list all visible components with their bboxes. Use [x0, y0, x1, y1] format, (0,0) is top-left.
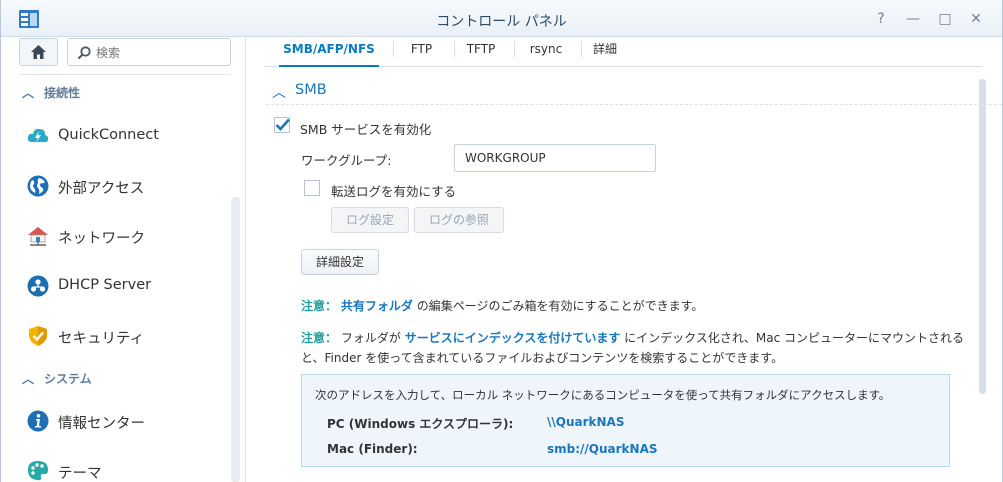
smb-section-header[interactable]: ︿ SMB: [266, 79, 1002, 105]
sidebar-item-label: 外部アクセス: [58, 181, 145, 197]
pc-address-value: \\QuarkNAS: [547, 415, 625, 429]
info-icon: [27, 410, 49, 432]
search-box[interactable]: [67, 38, 231, 66]
sidebar-item-label: ネットワーク: [58, 231, 145, 247]
log-settings-button[interactable]: ログ設定: [331, 207, 409, 233]
chevron-up-icon: ︿: [22, 86, 35, 100]
mac-address-label: Mac (Finder):: [327, 442, 418, 456]
close-button[interactable]: ✕: [966, 9, 986, 29]
sidebar-scrollbar[interactable]: [231, 197, 240, 482]
chevron-up-icon: ︿: [272, 85, 286, 101]
sidebar: ︿ 接続性 QuickConnect 外部アクセス: [1, 37, 246, 482]
sidebar-item-label: DHCP Server: [58, 277, 152, 293]
tab-ftp[interactable]: FTP: [403, 37, 440, 67]
note-recycle-bin: 注意： 共有フォルダ の編集ページのごみ箱を有効にすることができます。: [301, 297, 703, 314]
note-indexing: 注意： フォルダが サービスにインデックスを付けています にインデックス化され、…: [301, 329, 964, 346]
home-icon: [31, 45, 46, 59]
pc-address-label: PC (Windows エクスプローラ):: [327, 417, 514, 431]
sidebar-item-info-center[interactable]: 情報センター: [1, 399, 231, 443]
chevron-up-icon: ︿: [22, 372, 35, 386]
sidebar-item-quickconnect[interactable]: QuickConnect: [1, 114, 231, 158]
access-info-heading: 次のアドレスを入力して、ローカル ネットワークにあるコンピュータを使って共有フォ…: [315, 388, 891, 402]
content-scrollbar[interactable]: [979, 79, 986, 394]
window-title: コントロール パネル: [436, 14, 567, 30]
tab-smb-afp-nfs[interactable]: SMB/AFP/NFS: [279, 37, 379, 67]
smb-section-title: SMB: [295, 82, 327, 98]
enable-smb-checkbox[interactable]: [274, 117, 290, 133]
advanced-settings-button[interactable]: 詳細設定: [301, 249, 379, 275]
note-indexing-line2: と、Finder を使って含まれているファイルおよびコンテンツを検索することがで…: [301, 351, 784, 365]
home-button[interactable]: [19, 38, 58, 66]
indexing-service-link[interactable]: サービスにインデックスを付けています: [405, 331, 621, 345]
tab-separator: [514, 41, 515, 57]
tab-separator: [454, 41, 455, 57]
sidebar-item-label: QuickConnect: [58, 127, 159, 143]
transfer-log-checkbox[interactable]: [304, 180, 320, 196]
workgroup-label: ワークグループ:: [301, 153, 392, 168]
section-connectivity[interactable]: ︿ 接続性: [19, 84, 80, 104]
note-tag: 注意：: [301, 299, 338, 313]
workgroup-input[interactable]: [454, 144, 656, 172]
section-system[interactable]: ︿ システム: [19, 370, 92, 390]
access-info-box: 次のアドレスを入力して、ローカル ネットワークにあるコンピュータを使って共有フォ…: [301, 374, 950, 467]
view-log-button[interactable]: ログの参照: [414, 207, 504, 233]
globe-icon: [27, 175, 49, 197]
tab-advanced[interactable]: 詳細: [588, 37, 622, 67]
help-button[interactable]: ?: [871, 9, 891, 29]
main-content: SMB/AFP/NFS FTP TFTP rsync 詳細 ︿ SMB SMB …: [247, 37, 1002, 482]
sidebar-item-security[interactable]: セキュリティ: [1, 314, 231, 358]
tab-rsync[interactable]: rsync: [523, 37, 569, 67]
network-house-icon: [28, 227, 48, 246]
title-bar: コントロール パネル ? — □ ✕: [1, 0, 1002, 37]
shield-icon: [29, 326, 47, 346]
minimize-button[interactable]: —: [903, 9, 923, 29]
sidebar-item-dhcp-server[interactable]: DHCP Server: [1, 264, 231, 308]
enable-smb-label: SMB サービスを有効化: [300, 122, 432, 137]
tab-separator: [393, 41, 394, 57]
note-text: にインデックス化され、Mac コンピューターにマウントされる: [624, 331, 965, 345]
mac-address-value: smb://QuarkNAS: [547, 442, 658, 456]
note-tag: 注意：: [301, 331, 338, 345]
sidebar-item-label: 情報センター: [58, 416, 145, 432]
sidebar-item-network[interactable]: ネットワーク: [1, 214, 231, 258]
tab-separator: [581, 41, 582, 57]
section-label: 接続性: [44, 86, 81, 100]
sidebar-item-external-access[interactable]: 外部アクセス: [1, 164, 231, 208]
note-text: フォルダが: [340, 331, 401, 345]
sidebar-item-theme[interactable]: テーマ: [1, 449, 231, 482]
shared-folder-link[interactable]: 共有フォルダ: [341, 299, 413, 313]
control-panel-window: コントロール パネル ? — □ ✕ ︿接続性 Qu: [0, 0, 1003, 482]
transfer-log-label: 転送ログを有効にする: [331, 184, 457, 199]
tab-tftp[interactable]: TFTP: [461, 37, 501, 67]
sidebar-divider: [19, 74, 231, 75]
note-text: の編集ページのごみ箱を有効にすることができます。: [416, 299, 704, 313]
dhcp-icon: [27, 275, 49, 297]
tab-bar: SMB/AFP/NFS FTP TFTP rsync 詳細: [265, 37, 982, 67]
maximize-button[interactable]: □: [935, 9, 955, 29]
palette-icon: [28, 461, 48, 481]
search-input[interactable]: [96, 44, 224, 62]
search-icon: [77, 46, 91, 60]
quickconnect-icon: [27, 128, 49, 143]
sidebar-item-label: セキュリティ: [58, 331, 145, 347]
section-label: システム: [44, 372, 92, 386]
sidebar-item-label: テーマ: [58, 466, 102, 482]
